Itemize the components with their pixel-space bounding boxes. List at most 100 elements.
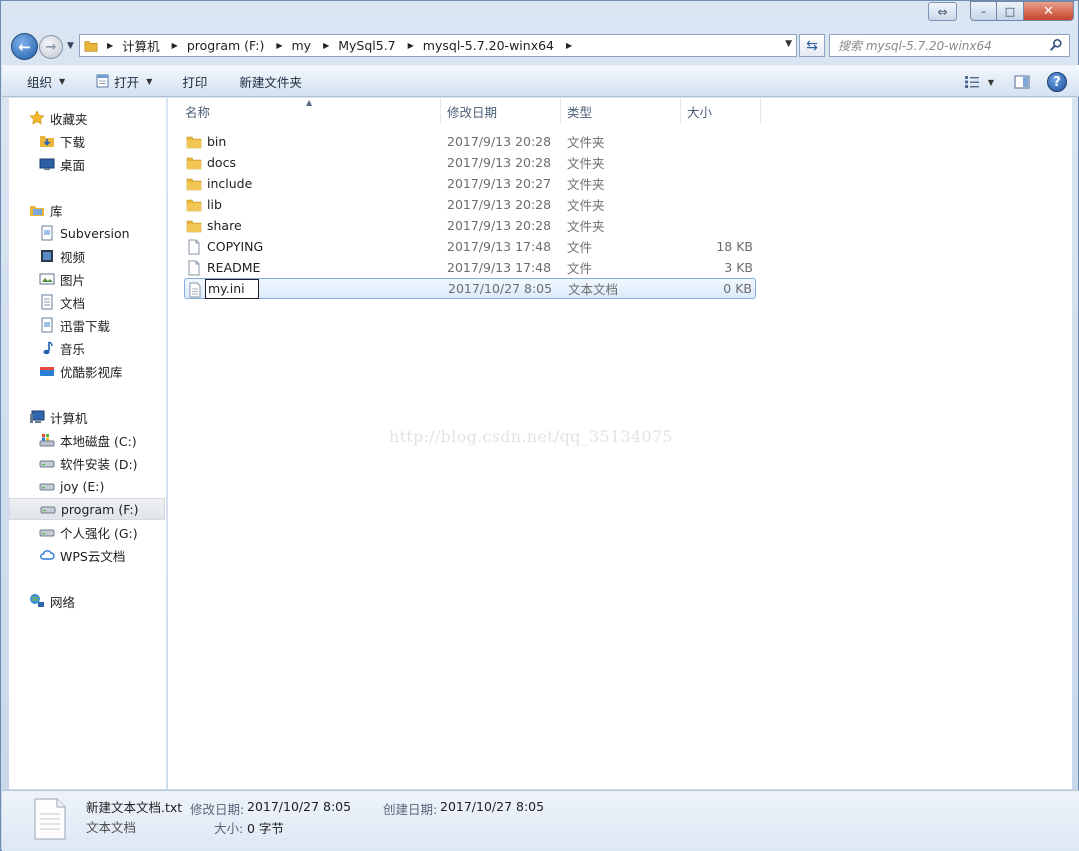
nav-label: 图片 <box>60 272 86 288</box>
nav-music[interactable]: 音乐 <box>9 337 165 359</box>
file-type: 文件 <box>567 261 593 276</box>
forward-arrow-icon: → <box>45 39 57 55</box>
nav-label: joy (E:) <box>60 478 105 494</box>
nav-xunlei-downloads[interactable]: 迅雷下载 <box>9 314 165 336</box>
search-input[interactable] <box>838 38 1038 53</box>
breadcrumb-program-f[interactable]: program (F:) <box>187 38 265 53</box>
downloads-folder-icon <box>40 136 54 147</box>
nav-drive-c[interactable]: 本地磁盘 (C:) <box>9 429 165 451</box>
file-row-my-ini[interactable]: my.ini 2017/10/27 8:05 文本文档 0 KB <box>184 278 756 299</box>
nav-youku-library[interactable]: 优酷影视库 <box>9 360 165 382</box>
nav-label: 桌面 <box>60 157 86 173</box>
address-bar[interactable]: ▶ 计算机 ▶ program (F:) ▶ my ▶ MySql5.7 ▶ m… <box>79 34 797 57</box>
music-note-icon <box>43 341 53 355</box>
file-row-lib[interactable]: lib 2017/9/13 20:28 文件夹 <box>184 194 756 215</box>
nav-pictures[interactable]: 图片 <box>9 268 165 290</box>
computer-icon <box>30 410 45 423</box>
rename-input[interactable]: my.ini <box>205 279 259 299</box>
nav-label: 音乐 <box>60 341 86 357</box>
breadcrumb-my[interactable]: my <box>292 38 312 53</box>
address-history-dropdown[interactable]: ▼ <box>785 39 792 49</box>
folder-icon <box>186 178 202 191</box>
nav-drive-f[interactable]: program (F:) <box>9 498 165 520</box>
new-folder-button[interactable]: 新建文件夹 <box>231 69 310 93</box>
chevron-down-icon[interactable]: ▼ <box>988 78 994 87</box>
file-row-docs[interactable]: docs 2017/9/13 20:28 文件夹 <box>184 152 756 173</box>
details-pane: 新建文本文档.txt 文本文档 修改日期: 2017/10/27 8:05 创建… <box>2 790 1079 851</box>
nav-drive-g[interactable]: 个人强化 (G:) <box>9 521 165 543</box>
maximize-button[interactable]: □ <box>997 1 1024 21</box>
open-label: 打开 <box>114 74 140 90</box>
file-name: COPYING <box>207 239 264 254</box>
organize-menu[interactable]: 组织 ▼ <box>19 69 73 93</box>
breadcrumb-separator-icon[interactable]: ▶ <box>566 41 572 50</box>
breadcrumb-separator-icon[interactable]: ▶ <box>107 41 113 50</box>
breadcrumb-separator-icon[interactable]: ▶ <box>408 41 414 50</box>
breadcrumb-separator-icon[interactable]: ▶ <box>172 41 178 50</box>
search-icon[interactable] <box>1049 38 1063 52</box>
search-box[interactable] <box>829 34 1070 57</box>
file-row-copying[interactable]: COPYING 2017/9/13 17:48 文件 18 KB <box>184 236 756 257</box>
picture-icon <box>39 273 55 285</box>
open-menu[interactable]: 打开 ▼ <box>87 69 160 93</box>
help-button[interactable]: ? <box>1047 72 1067 92</box>
breadcrumb-separator-icon[interactable]: ▶ <box>276 41 282 50</box>
nav-label: 文档 <box>60 295 86 311</box>
details-created-label: 创建日期: <box>383 802 438 817</box>
folder-icon <box>84 40 98 52</box>
folder-icon <box>186 220 202 233</box>
snap-restore-button[interactable]: ⇔ <box>928 2 957 21</box>
recent-pages-dropdown[interactable]: ▼ <box>67 41 74 51</box>
breadcrumb-mysql57[interactable]: MySql5.7 <box>338 38 395 53</box>
nav-videos[interactable]: 视频 <box>9 245 165 267</box>
nav-favorites[interactable]: 收藏夹 <box>9 107 165 129</box>
explorer-window: ⇔ – □ ✕ ← → ▼ ▶ 计算机 ▶ program (F:) ▶ my … <box>0 0 1079 851</box>
back-button[interactable]: ← <box>11 33 38 60</box>
nav-libraries[interactable]: 库 <box>9 199 165 221</box>
forward-button[interactable]: → <box>39 35 63 59</box>
file-row-include[interactable]: include 2017/9/13 20:27 文件夹 <box>184 173 756 194</box>
minimize-button[interactable]: – <box>970 1 997 21</box>
breadcrumb-mysql-winx64[interactable]: mysql-5.7.20-winx64 <box>423 38 554 53</box>
nav-documents[interactable]: 文档 <box>9 291 165 313</box>
nav-desktop[interactable]: 桌面 <box>9 153 165 175</box>
caption-button-group: – □ ✕ <box>970 1 1074 21</box>
column-header-type[interactable]: 类型 <box>561 98 681 124</box>
column-header-size[interactable]: 大小 <box>681 98 761 124</box>
watermark-text: http://blog.csdn.net/qq_35134075 <box>389 427 673 446</box>
view-controls: ▼ ? <box>959 70 1079 94</box>
column-header-date[interactable]: 修改日期 <box>441 98 561 124</box>
chevron-down-icon: ▼ <box>146 76 153 86</box>
file-name: lib <box>207 197 222 212</box>
star-icon <box>29 110 45 125</box>
nav-wps-cloud[interactable]: WPS云文档 <box>9 544 165 566</box>
breadcrumb-separator-icon[interactable]: ▶ <box>323 41 329 50</box>
nav-downloads[interactable]: 下载 <box>9 130 165 152</box>
notepad-icon <box>96 74 109 88</box>
print-button[interactable]: 打印 <box>174 69 215 93</box>
file-date: 2017/9/13 17:48 <box>447 260 552 275</box>
nav-subversion[interactable]: Subversion <box>9 222 165 244</box>
file-row-bin[interactable]: bin 2017/9/13 20:28 文件夹 <box>184 131 756 152</box>
close-button[interactable]: ✕ <box>1024 1 1074 21</box>
nav-label: program (F:) <box>61 501 139 517</box>
change-view-button[interactable]: ▼ <box>959 70 999 94</box>
preview-pane-button[interactable] <box>1011 70 1033 94</box>
file-type: 文件夹 <box>567 219 605 234</box>
breadcrumb-computer[interactable]: 计算机 <box>122 36 160 55</box>
file-type: 文件 <box>567 240 593 255</box>
details-created-value: 2017/10/27 8:05 <box>440 799 545 814</box>
file-size: 3 KB <box>724 260 753 275</box>
file-row-share[interactable]: share 2017/9/13 20:28 文件夹 <box>184 215 756 236</box>
nav-drive-d[interactable]: 软件安装 (D:) <box>9 452 165 474</box>
nav-label: 网络 <box>50 594 76 610</box>
nav-drive-e[interactable]: joy (E:) <box>9 475 165 497</box>
chevron-down-icon: ▼ <box>59 76 66 86</box>
nav-computer[interactable]: 计算机 <box>9 406 165 428</box>
nav-label: 收藏夹 <box>50 111 88 127</box>
refresh-button[interactable]: ⇆ <box>799 34 825 57</box>
file-row-readme[interactable]: README 2017/9/13 17:48 文件 3 KB <box>184 257 756 278</box>
youku-library-icon <box>40 367 54 376</box>
nav-network[interactable]: 网络 <box>9 590 165 612</box>
new-folder-label: 新建文件夹 <box>239 74 302 90</box>
